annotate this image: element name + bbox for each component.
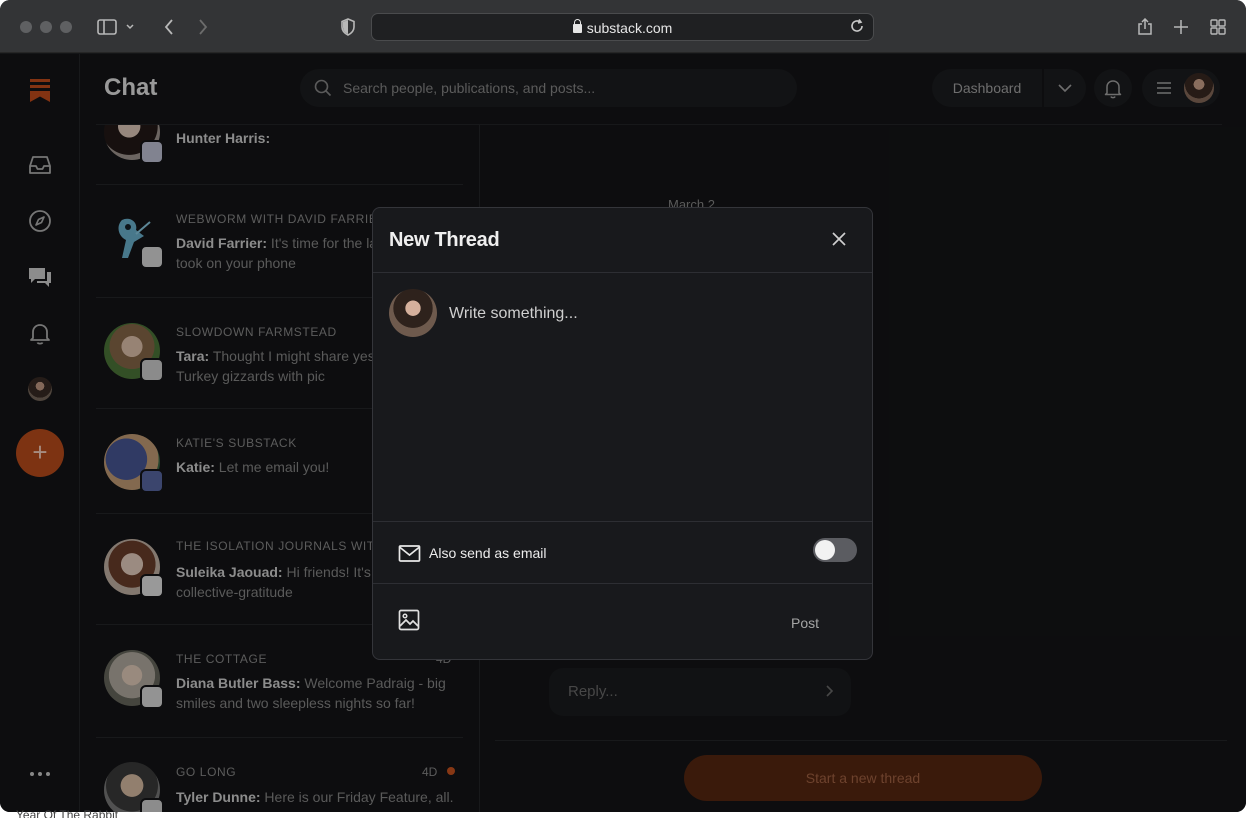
email-toggle[interactable] bbox=[813, 538, 857, 562]
back-icon[interactable] bbox=[156, 14, 182, 40]
substack-app: + Chat Search people, publications, and … bbox=[0, 54, 1246, 812]
modal-divider bbox=[373, 583, 872, 584]
new-tab-icon[interactable] bbox=[1168, 14, 1194, 40]
modal-divider bbox=[373, 272, 872, 273]
toggle-knob bbox=[815, 540, 835, 560]
address-bar[interactable]: substack.com bbox=[371, 13, 874, 41]
lock-icon bbox=[572, 19, 582, 33]
email-toggle-label: Also send as email bbox=[429, 545, 547, 561]
mail-icon bbox=[398, 542, 421, 565]
browser-toolbar: substack.com bbox=[0, 0, 1246, 53]
close-window-button[interactable] bbox=[20, 21, 32, 33]
privacy-shield-icon[interactable] bbox=[335, 14, 361, 40]
zoom-window-button[interactable] bbox=[60, 21, 72, 33]
tab-overview-icon[interactable] bbox=[1205, 14, 1231, 40]
post-button[interactable]: Post bbox=[791, 615, 819, 631]
chevron-down-icon[interactable] bbox=[122, 14, 138, 40]
forward-icon[interactable] bbox=[190, 14, 216, 40]
modal-divider bbox=[373, 521, 872, 522]
image-upload-icon[interactable] bbox=[398, 609, 420, 631]
modal-title: New Thread bbox=[389, 229, 500, 251]
sidebar-toggle-icon[interactable] bbox=[94, 14, 120, 40]
share-icon[interactable] bbox=[1132, 14, 1158, 40]
minimize-window-button[interactable] bbox=[40, 21, 52, 33]
thread-compose-input[interactable]: Write something... bbox=[449, 305, 578, 323]
browser-window: substack.com + Chat Search people, publi… bbox=[0, 0, 1246, 812]
peek-text: Year Of The Rabbit bbox=[16, 808, 119, 818]
close-icon[interactable] bbox=[830, 230, 848, 248]
reload-icon[interactable] bbox=[849, 18, 867, 36]
avatar bbox=[389, 289, 437, 337]
new-thread-modal: New Thread Write something... Also send … bbox=[372, 207, 873, 660]
url-text: substack.com bbox=[372, 19, 873, 36]
underlying-page-peek: Year Of The Rabbit bbox=[0, 808, 1246, 818]
